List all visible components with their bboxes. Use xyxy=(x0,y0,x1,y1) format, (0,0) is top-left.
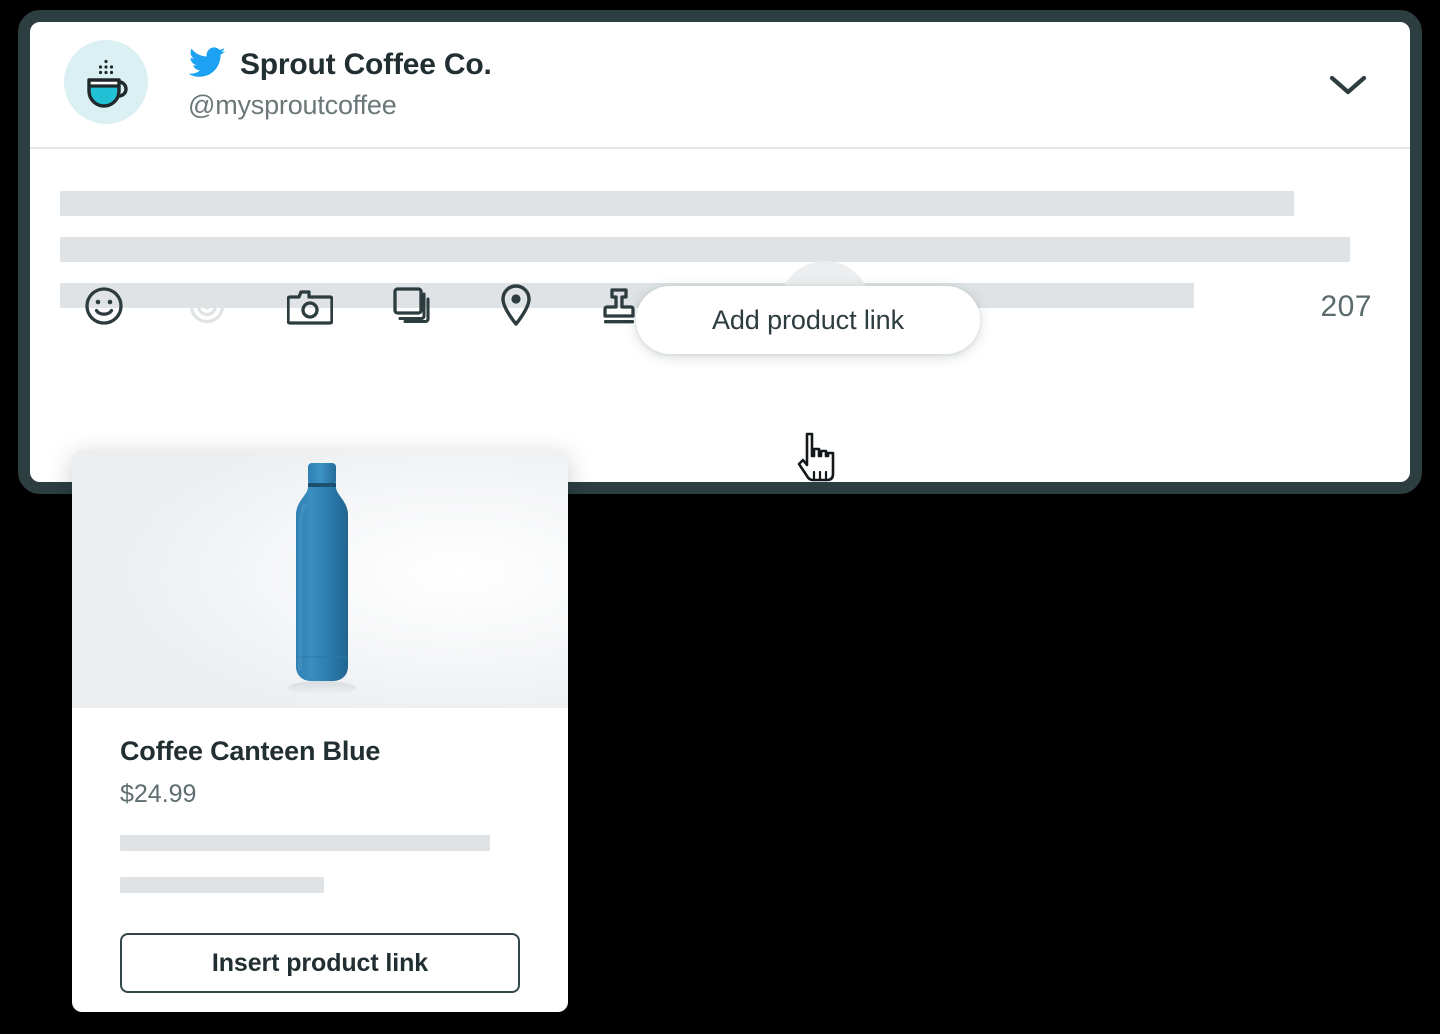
coffee-cup-icon xyxy=(78,54,134,110)
twitter-bird-icon xyxy=(188,46,226,84)
insert-product-link-button[interactable]: Insert product link xyxy=(120,933,520,993)
account-handle: @mysproutcoffee xyxy=(188,90,397,120)
location-pin-icon xyxy=(497,283,535,332)
product-title: Coffee Canteen Blue xyxy=(120,736,381,766)
product-detail-placeholder-line xyxy=(120,835,490,851)
camera-icon xyxy=(286,286,334,329)
collapse-compose-button[interactable] xyxy=(1322,66,1374,106)
product-image xyxy=(72,450,568,708)
account-name-row: Sprout Coffee Co. xyxy=(188,42,492,88)
compose-window-inner: Sprout Coffee Co. @mysproutcoffee 207 xyxy=(30,22,1410,482)
tooltip-label: Add product link xyxy=(711,304,904,335)
avatar xyxy=(64,40,148,124)
message-placeholder-line xyxy=(60,191,1294,216)
media-library-icon xyxy=(391,285,435,330)
add-product-link-tooltip: Add product link xyxy=(636,286,980,354)
stamp-icon xyxy=(597,284,641,331)
blue-water-bottle-image xyxy=(282,457,362,702)
product-info: Coffee Canteen Blue $24.99 xyxy=(72,708,568,893)
toolbar-gif-button[interactable] xyxy=(179,279,235,335)
character-count: 207 xyxy=(1320,290,1372,323)
chevron-down-icon xyxy=(1328,73,1368,100)
screenshot-stage: Sprout Coffee Co. @mysproutcoffee 207 Ad… xyxy=(0,0,1440,1034)
emoji-icon xyxy=(82,284,126,331)
product-price: $24.99 xyxy=(120,780,197,808)
account-block: Sprout Coffee Co. @mysproutcoffee xyxy=(188,42,492,121)
toolbar-emoji-button[interactable] xyxy=(76,279,132,335)
product-link-card: Coffee Canteen Blue $24.99 Insert produc… xyxy=(72,450,568,1012)
gif-target-icon xyxy=(186,285,228,330)
compose-window: Sprout Coffee Co. @mysproutcoffee 207 xyxy=(18,10,1422,494)
toolbar-media-library-button[interactable] xyxy=(385,279,441,335)
product-detail-placeholder-line xyxy=(120,877,324,893)
toolbar-location-button[interactable] xyxy=(488,279,544,335)
toolbar-camera-button[interactable] xyxy=(282,279,338,335)
account-display-name: Sprout Coffee Co. xyxy=(240,48,492,81)
compose-header: Sprout Coffee Co. @mysproutcoffee xyxy=(30,22,1410,149)
